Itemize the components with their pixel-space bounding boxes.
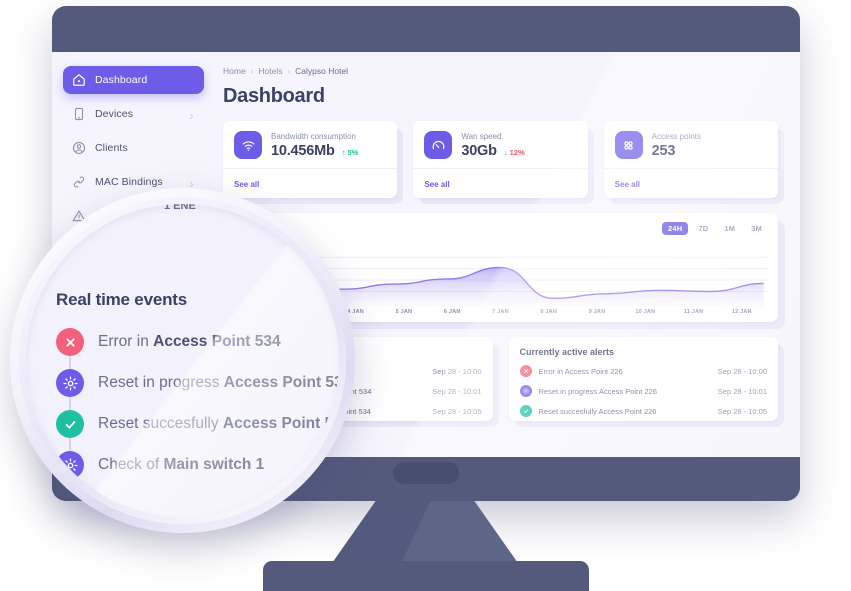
breadcrumb-item-hotels[interactable]: Hotels [258, 66, 282, 76]
x-tick-label: 12 JAN [731, 309, 752, 315]
breadcrumb-separator: › [250, 66, 254, 76]
alert-text: Reset succesfully Access Point 226 [538, 406, 657, 416]
stat-delta: ↑ 5% [341, 147, 359, 157]
sidebar-item-label: Clients [95, 142, 128, 154]
magnified-event-row: Reset in progress Access Point 534 [56, 369, 339, 410]
device-icon [72, 107, 86, 121]
x-tick-label: 5 JAN [395, 309, 413, 315]
sidebar-item-dashboard[interactable]: Dashboard [63, 66, 204, 94]
event-time: Sep 28 - 10:05 [432, 406, 482, 416]
stat-card-wan-speed: Wan speed 30Gb ↓ 12% See all [413, 121, 594, 204]
sidebar-item-devices[interactable]: Devices [63, 100, 204, 128]
alert-row: Reset in progress Access Point 226 Sep 28… [519, 385, 767, 397]
monitor-control-nub[interactable] [393, 462, 459, 484]
magnified-chart-axis: 1 ENE 2 ENE [146, 204, 339, 262]
breadcrumb-item-home[interactable]: Home [223, 66, 246, 76]
stat-label: Bandwidth consumption [271, 131, 356, 141]
magnifier-lens: 1 ENE 2 ENE Real time events Error in Ac… [26, 204, 339, 517]
x-tick-label: 6 JAN [443, 309, 461, 315]
magnified-event-row: Error in Access Point 534 [56, 328, 339, 369]
gear-icon [56, 369, 84, 397]
magnified-axis-label: 1 ENE [164, 204, 196, 212]
breadcrumb: Home › Hotels › Calypso Hotel [223, 66, 778, 76]
sidebar-item-clients[interactable]: Clients [63, 134, 204, 162]
sidebar-item-label: Devices [95, 108, 134, 120]
alert-time: Sep 28 - 10:05 [717, 406, 767, 416]
check-icon [519, 405, 532, 417]
event-time: Sep 28 - 10:00 [432, 366, 482, 376]
range-tab-24h[interactable]: 24H [661, 222, 689, 235]
gear-icon [56, 451, 84, 479]
magnified-panel-title: Real time events [56, 290, 187, 309]
home-icon [72, 73, 86, 87]
panel-title: Currently active alerts [519, 347, 615, 357]
x-tick-label: 7 JAN [492, 309, 509, 315]
magnified-event-text: Check of Main switch 1 [98, 456, 265, 473]
active-alerts-panel: Currently active alerts Error in Access … [508, 337, 784, 427]
magnifier: 1 ENE 2 ENE Real time events Error in Ac… [10, 188, 355, 533]
alert-text: Error in Access Point 226 [538, 366, 623, 376]
stat-label: Wan speed [461, 131, 502, 141]
sidebar-item-label: MAC Bindings [95, 176, 163, 188]
x-tick-label: 8 JAN [540, 309, 558, 315]
speedometer-icon [424, 131, 453, 159]
breadcrumb-separator: › [287, 66, 291, 76]
stat-card-access-points: Access points 253 See all [603, 121, 784, 204]
magnified-events-list: Error in Access Point 534 Reset in progre… [56, 328, 339, 479]
link-icon [72, 175, 86, 189]
alert-row: Reset succesfully Access Point 226 Sep 28… [519, 405, 767, 417]
monitor-stand-base [263, 561, 589, 591]
alert-time: Sep 28 - 10:01 [717, 386, 767, 396]
magnified-event-text: Reset in progress Access Point 534 [98, 374, 339, 391]
magnified-axis-label: 2 ENE [286, 204, 318, 212]
x-tick-label: 11 JAN [683, 309, 704, 315]
wifi-icon [234, 131, 262, 159]
stat-cards: Bandwidth consumption 10.456Mb ↑ 5% See … [223, 121, 784, 204]
alerts-list: Error in Access Point 226 Sep 28 - 10:00 R… [519, 365, 767, 417]
magnified-event-row: Check of Main switch 1 [56, 451, 339, 479]
see-all-link[interactable]: See all [615, 180, 640, 189]
x-tick-label: 9 JAN [588, 309, 606, 315]
range-tab-3m[interactable]: 3M [745, 222, 768, 235]
screenshot-stage: Dashboard Devices Clients MAC Bindings H… [0, 0, 851, 591]
error-icon [56, 328, 84, 356]
gear-icon [519, 385, 532, 397]
alert-text: Reset in progress Access Point 226 [538, 386, 657, 396]
stat-delta: ↓ 12% [503, 147, 525, 157]
user-icon [72, 141, 86, 155]
alert-time: Sep 28 - 10:00 [717, 366, 767, 376]
stat-card-bandwidth: Bandwidth consumption 10.456Mb ↑ 5% See … [223, 121, 404, 204]
stat-value: 253 [651, 142, 676, 159]
breadcrumb-item-current: Calypso Hotel [295, 66, 349, 76]
magnified-event-text: Error in Access Point 534 [98, 333, 281, 350]
chevron-right-icon [188, 111, 195, 119]
magnified-event-row: Reset succesfully Access Point 534 [56, 410, 339, 451]
page-title: Dashboard [223, 85, 325, 107]
magnified-events-panel: Real time events Error in Access Point 5… [56, 290, 339, 492]
event-time: Sep 28 - 10:01 [432, 386, 482, 396]
stat-value: 30Gb [461, 142, 497, 159]
chevron-right-icon [188, 179, 195, 187]
error-icon [519, 365, 532, 377]
magnified-event-text: Reset succesfully Access Point 534 [98, 415, 339, 432]
range-tab-7d[interactable]: 7D [692, 222, 714, 235]
sidebar-item-label: Dashboard [95, 74, 148, 86]
monitor-stand-sheen [330, 501, 520, 566]
stat-value: 10.456Mb [271, 142, 335, 159]
check-icon [56, 410, 84, 438]
x-tick-label: 10 JAN [635, 309, 656, 315]
see-all-link[interactable]: See all [424, 180, 449, 189]
stat-label: Access points [651, 131, 702, 141]
range-tab-1m[interactable]: 1M [718, 222, 741, 235]
alert-row: Error in Access Point 226 Sep 28 - 10:00 [519, 365, 767, 377]
access-points-icon [614, 131, 643, 159]
